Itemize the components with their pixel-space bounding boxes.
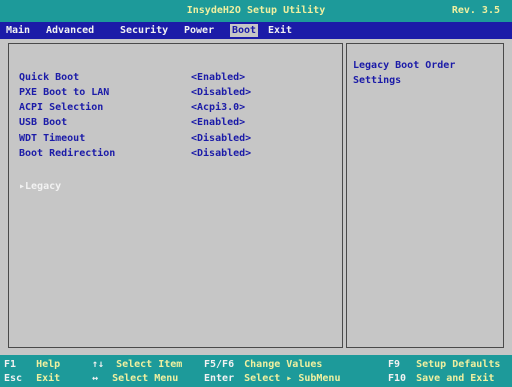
hotkey-save-and-exit: F10 Save and Exit: [388, 373, 494, 384]
hotkey-select-submenu: Enter Select ▸ SubMenu: [204, 373, 340, 384]
help-text: Legacy Boot Order Settings: [353, 60, 456, 86]
title-bar: InsydeH2O Setup Utility Rev. 3.5: [0, 0, 512, 22]
key-help-bar: F1 Help Esc Exit ↑↓ Select Item ↔ Select…: [0, 355, 512, 387]
tab-main[interactable]: Main: [4, 24, 32, 37]
hotkey-desc: Save and Exit: [416, 373, 495, 384]
hotkey-exit: Esc Exit: [4, 373, 60, 384]
tab-advanced[interactable]: Advanced: [44, 24, 96, 37]
hotkey-desc: Change Values: [244, 359, 323, 370]
hotkey-key: Enter: [204, 373, 235, 384]
tab-exit[interactable]: Exit: [266, 24, 294, 37]
hotkey-desc: Setup Defaults: [416, 359, 501, 370]
tab-security[interactable]: Security: [118, 24, 170, 37]
setting-label: Boot Redirection: [19, 148, 116, 159]
hotkey-help: F1 Help: [4, 359, 60, 370]
hotkey-desc: Select Item: [116, 359, 183, 370]
setting-label: WDT Timeout: [19, 133, 86, 144]
setting-value[interactable]: <Acpi3.0>: [191, 102, 245, 113]
hotkey-key: F5/F6: [204, 359, 235, 370]
setting-label: PXE Boot to LAN: [19, 87, 110, 98]
app-title: InsydeH2O Setup Utility: [186, 5, 326, 16]
revision-label: Rev. 3.5: [451, 5, 500, 16]
setting-label: USB Boot: [19, 117, 68, 128]
hotkey-desc: Select Menu: [112, 373, 179, 384]
tab-power[interactable]: Power: [182, 24, 216, 37]
hotkey-setup-defaults: F9 Setup Defaults: [388, 359, 500, 370]
setting-value[interactable]: <Disabled>: [191, 148, 251, 159]
setting-label: ACPI Selection: [19, 102, 104, 113]
tab-boot[interactable]: Boot: [230, 24, 259, 37]
setting-value[interactable]: <Enabled>: [191, 117, 245, 128]
hotkey-change-values: F5/F6 Change Values: [204, 359, 322, 370]
hotkey-select-item: ↑↓ Select Item: [92, 359, 182, 370]
hotkey-select-menu: ↔ Select Menu: [92, 373, 178, 384]
hotkey-desc: Help: [36, 359, 61, 370]
hotkey-key: Esc: [4, 373, 23, 384]
help-panel: Legacy Boot Order Settings: [346, 43, 504, 348]
hotkey-key: F1: [4, 359, 17, 370]
setting-value[interactable]: <Enabled>: [191, 72, 245, 83]
menu-bar: Main Advanced Security Power Boot Exit: [0, 22, 512, 39]
hotkey-key: ↑↓: [92, 359, 105, 370]
hotkey-desc: Exit: [36, 373, 61, 384]
setting-label: Quick Boot: [19, 72, 80, 83]
hotkey-desc: Select ▸ SubMenu: [244, 373, 341, 384]
settings-panel: Quick Boot <Enabled> PXE Boot to LAN <Di…: [8, 43, 343, 348]
hotkey-key: F10: [388, 373, 407, 384]
hotkey-key: F9: [388, 359, 401, 370]
setting-value[interactable]: <Disabled>: [191, 87, 251, 98]
submenu-legacy[interactable]: ▸Legacy: [19, 181, 61, 192]
hotkey-key: ↔: [92, 373, 99, 384]
setting-value[interactable]: <Disabled>: [191, 133, 251, 144]
